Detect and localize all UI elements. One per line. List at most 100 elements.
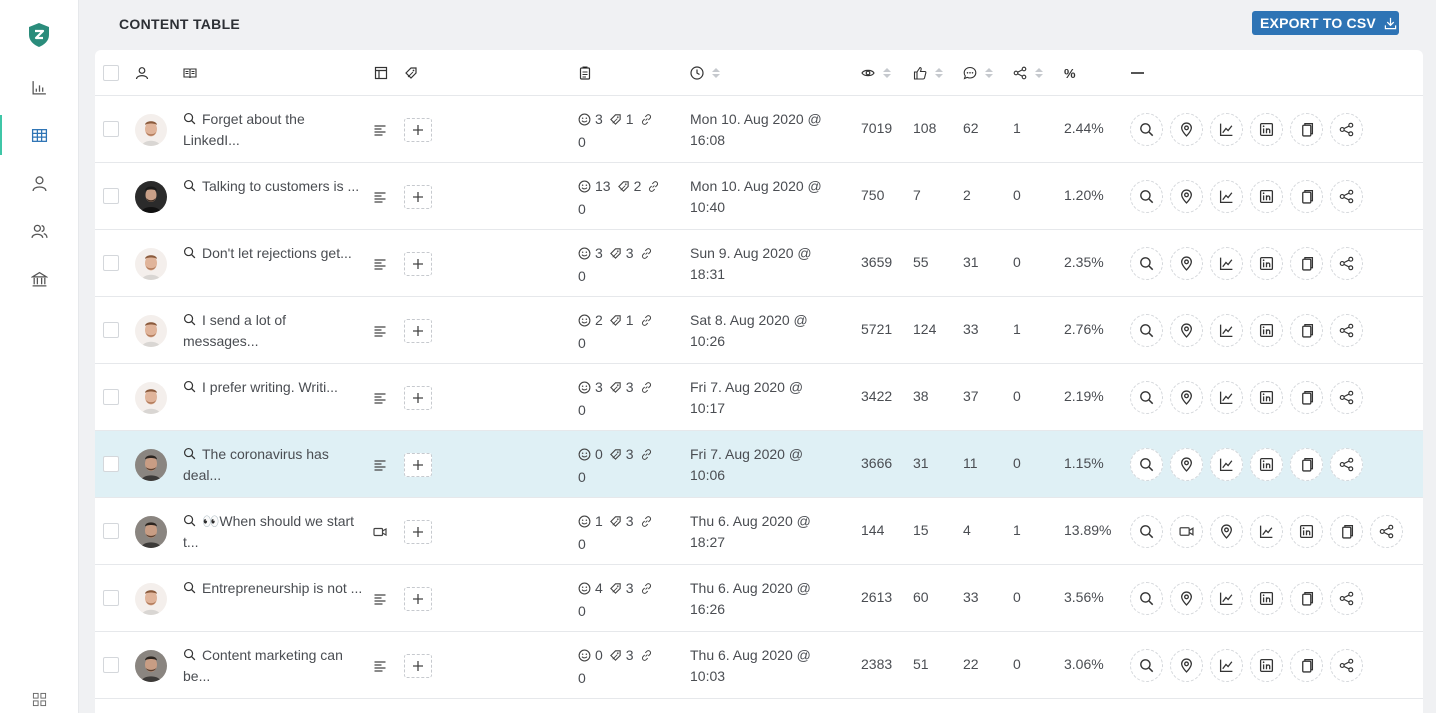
action-line-chart-button[interactable] [1210,247,1243,280]
column-date[interactable] [690,64,720,82]
action-copy-button[interactable] [1290,448,1323,481]
row-checkbox[interactable] [103,657,119,673]
action-search-button[interactable] [1130,247,1163,280]
row-checkbox[interactable] [103,523,119,539]
add-tag-button[interactable] [404,654,432,678]
add-tag-button[interactable] [404,319,432,343]
post-title[interactable]: I prefer writing. Writi... [183,377,363,398]
action-location-pin-button[interactable] [1170,247,1203,280]
action-search-button[interactable] [1130,314,1163,347]
row-checkbox[interactable] [103,456,119,472]
row-checkbox[interactable] [103,322,119,338]
table-row[interactable]: Content marketing can be... 0 3 0 Thu 6. A… [95,632,1423,699]
action-linkedin-button[interactable] [1250,180,1283,213]
action-line-chart-button[interactable] [1250,515,1283,548]
sort-arrows-icon[interactable] [712,68,720,78]
action-location-pin-button[interactable] [1170,314,1203,347]
action-share-button[interactable] [1330,113,1363,146]
post-title[interactable]: The coronavirus has deal... [183,444,363,486]
select-all-checkbox[interactable] [103,65,119,81]
post-title[interactable]: Entrepreneurship is not ... [183,578,363,599]
action-share-button[interactable] [1330,314,1363,347]
add-tag-button[interactable] [404,185,432,209]
action-share-button[interactable] [1330,180,1363,213]
action-linkedin-button[interactable] [1250,113,1283,146]
sort-arrows-icon[interactable] [985,68,993,78]
action-copy-button[interactable] [1290,314,1323,347]
action-location-pin-button[interactable] [1170,582,1203,615]
action-line-chart-button[interactable] [1210,113,1243,146]
action-line-chart-button[interactable] [1210,180,1243,213]
add-tag-button[interactable] [404,252,432,276]
add-tag-button[interactable] [404,453,432,477]
sidebar-item-profile[interactable] [0,163,79,203]
action-video-button[interactable] [1170,515,1203,548]
table-row[interactable]: Talking to customers is ... 13 2 0 Mon 10.… [95,163,1423,230]
row-checkbox[interactable] [103,389,119,405]
table-row[interactable]: Entrepreneurship is not ... 4 3 0 Thu 6. A… [95,565,1423,632]
action-search-button[interactable] [1130,113,1163,146]
add-tag-button[interactable] [404,587,432,611]
post-title[interactable]: Talking to customers is ... [183,176,363,197]
sidebar-item-content-table[interactable] [0,115,79,155]
action-location-pin-button[interactable] [1170,180,1203,213]
action-search-button[interactable] [1130,381,1163,414]
action-copy-button[interactable] [1290,180,1323,213]
row-checkbox[interactable] [103,188,119,204]
sidebar-item-company[interactable] [0,259,79,299]
action-copy-button[interactable] [1290,247,1323,280]
action-linkedin-button[interactable] [1250,582,1283,615]
sort-arrows-icon[interactable] [1035,68,1043,78]
post-title[interactable]: Content marketing can be... [183,645,363,687]
action-location-pin-button[interactable] [1170,649,1203,682]
action-copy-button[interactable] [1290,649,1323,682]
action-share-button[interactable] [1330,649,1363,682]
table-row[interactable]: I send a lot of messages... 2 1 0 Sat 8. A… [95,297,1423,364]
action-line-chart-button[interactable] [1210,582,1243,615]
action-location-pin-button[interactable] [1170,381,1203,414]
action-share-button[interactable] [1330,247,1363,280]
sidebar-item-audience[interactable] [0,211,79,251]
action-linkedin-button[interactable] [1250,448,1283,481]
logo-icon[interactable] [27,22,51,48]
action-location-pin-button[interactable] [1170,448,1203,481]
add-tag-button[interactable] [404,118,432,142]
table-row[interactable]: Don't let rejections get... 330 Sun 9. A… [95,230,1423,297]
action-linkedin-button[interactable] [1250,247,1283,280]
action-linkedin-button[interactable] [1290,515,1323,548]
row-checkbox[interactable] [103,121,119,137]
action-search-button[interactable] [1130,180,1163,213]
post-title[interactable]: Forget about the LinkedI... [183,109,363,151]
column-comments[interactable] [963,64,993,82]
add-tag-button[interactable] [404,386,432,410]
table-row[interactable]: Forget about the LinkedI... 3 1 0 Mon 10. … [95,96,1423,163]
row-checkbox[interactable] [103,255,119,271]
action-share-button[interactable] [1330,448,1363,481]
action-share-button[interactable] [1370,515,1403,548]
action-search-button[interactable] [1130,448,1163,481]
action-copy-button[interactable] [1330,515,1363,548]
action-share-button[interactable] [1330,381,1363,414]
action-share-button[interactable] [1330,582,1363,615]
action-copy-button[interactable] [1290,381,1323,414]
action-search-button[interactable] [1130,582,1163,615]
action-line-chart-button[interactable] [1210,381,1243,414]
action-location-pin-button[interactable] [1170,113,1203,146]
apps-grid-icon[interactable] [32,692,47,707]
table-row[interactable]: 👀When should we start t... 1 3 0 Thu 6. Au… [95,498,1423,565]
action-linkedin-button[interactable] [1250,381,1283,414]
post-title[interactable]: Don't let rejections get... [183,243,363,264]
sort-arrows-icon[interactable] [883,68,891,78]
column-likes[interactable] [913,64,943,82]
action-linkedin-button[interactable] [1250,314,1283,347]
column-shares[interactable] [1013,64,1043,82]
sidebar-item-analytics[interactable] [0,67,79,107]
table-row[interactable]: I prefer writing. Writi... 330 Fri 7. Au… [95,364,1423,431]
action-location-pin-button[interactable] [1210,515,1243,548]
post-title[interactable]: I send a lot of messages... [183,310,363,352]
table-row[interactable]: The coronavirus has deal... 0 3 0 Fri 7. A… [95,431,1423,498]
action-search-button[interactable] [1130,515,1163,548]
column-views[interactable] [861,64,891,82]
action-copy-button[interactable] [1290,113,1323,146]
action-linkedin-button[interactable] [1250,649,1283,682]
